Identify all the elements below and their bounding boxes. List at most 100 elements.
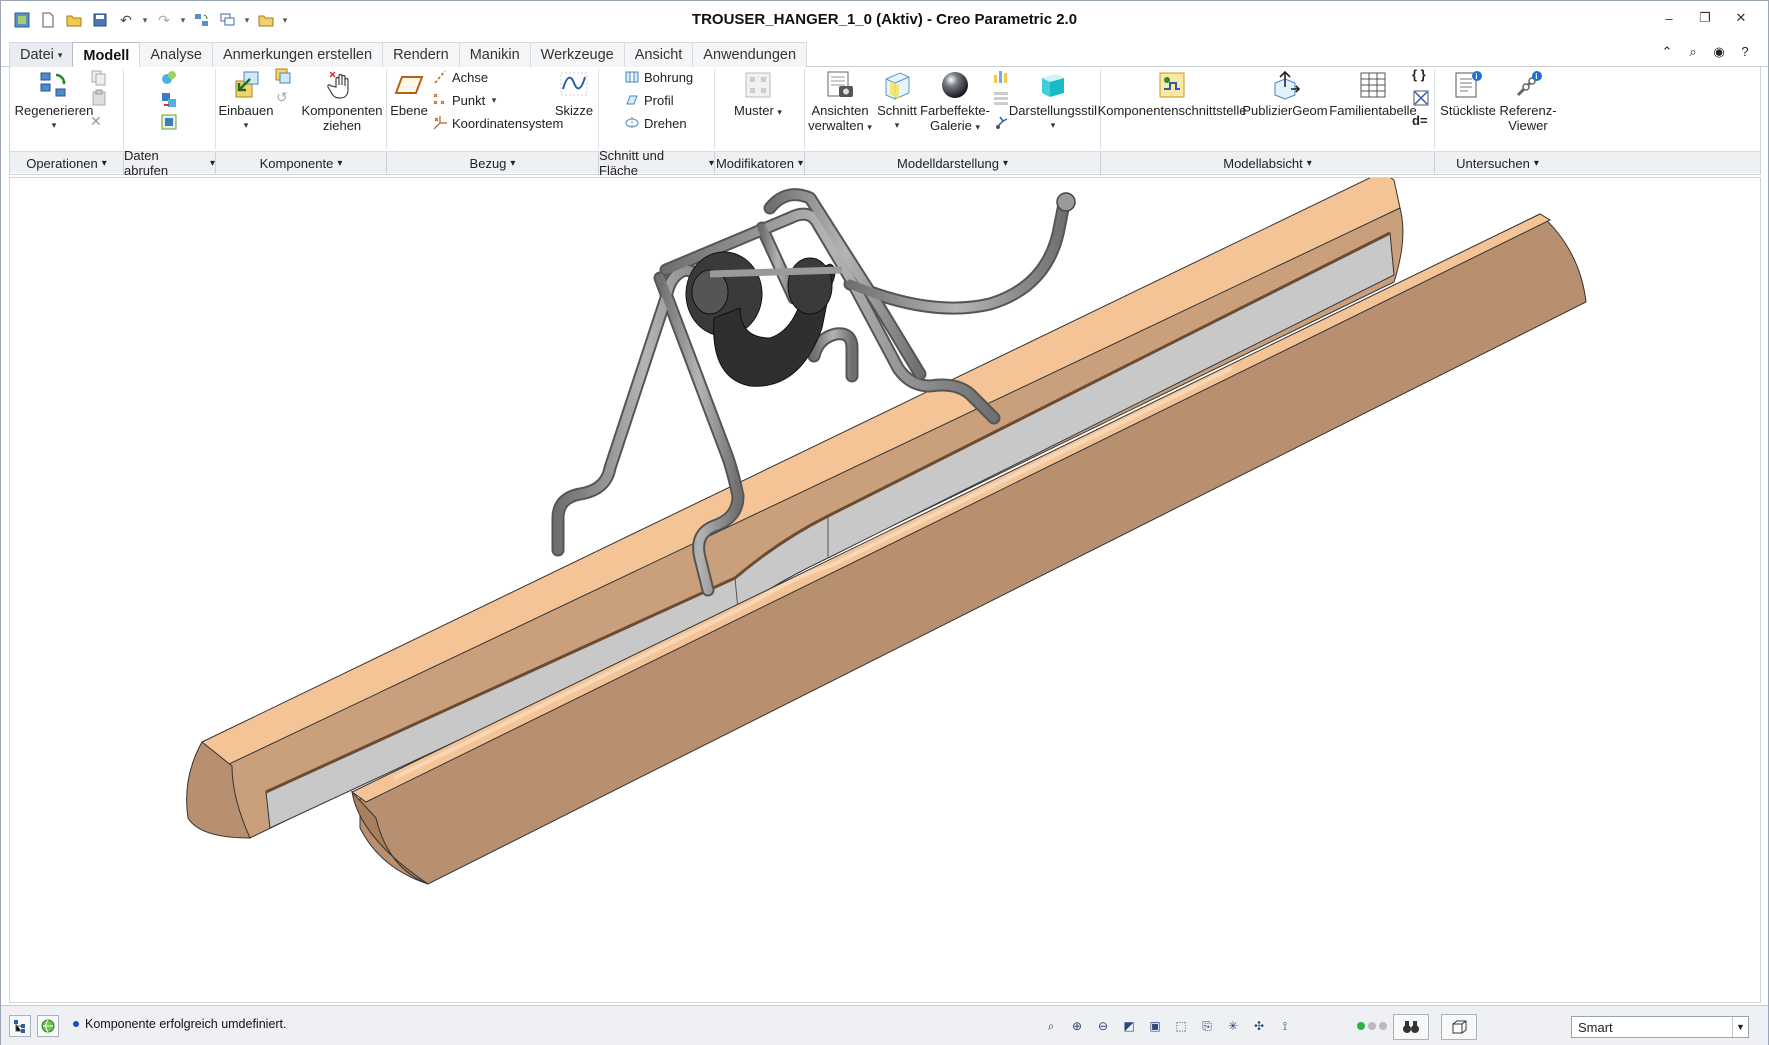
- search-icon[interactable]: ⌕: [1684, 44, 1702, 60]
- trouser-hanger-model[interactable]: [10, 178, 1761, 1003]
- model-tree-toggle-icon[interactable]: [9, 1015, 31, 1037]
- tab-rendern[interactable]: Rendern: [382, 42, 460, 67]
- tab-datei[interactable]: Datei ▾: [9, 42, 74, 67]
- relations-braces-icon[interactable]: { }: [1412, 67, 1430, 85]
- clip-assembly[interactable]: [685, 251, 843, 387]
- publiziergeom-button[interactable]: PublizierGeom: [1242, 69, 1328, 118]
- window-title: TROUSER_HANGER_1_0 (Aktiv) - Creo Parame…: [691, 11, 1078, 28]
- assemble-icon: [235, 71, 259, 98]
- schnitt-button[interactable]: Schnitt ▾: [874, 69, 920, 133]
- tab-werkzeuge[interactable]: Werkzeuge: [529, 42, 625, 67]
- stueckliste-button[interactable]: i Stückliste: [1438, 69, 1498, 118]
- tab-manikin[interactable]: Manikin: [458, 42, 531, 67]
- delete-icon[interactable]: ✕: [90, 113, 108, 131]
- bohrung-button[interactable]: Bohrung: [624, 67, 693, 87]
- tab-anwendungen[interactable]: Anwendungen: [692, 42, 808, 67]
- spin-center-icon[interactable]: ✣: [1249, 1016, 1269, 1036]
- create-component-icon[interactable]: [274, 67, 292, 85]
- view-manager-small-icon[interactable]: ⎘: [1197, 1016, 1217, 1036]
- group-modelldarstellung[interactable]: Modelldarstellung: [805, 152, 1101, 174]
- close-icon[interactable]: ✕: [1732, 9, 1750, 27]
- group-untersuchen[interactable]: Untersuchen: [1435, 152, 1560, 174]
- svg-text:i: i: [1475, 72, 1477, 81]
- ribbon-tab-bar: Datei ▾ Modell Analyse Anmerkungen erste…: [1, 39, 1768, 68]
- repeat-icon[interactable]: ↺: [276, 89, 294, 107]
- chevron-down-icon[interactable]: ▼: [1732, 1017, 1748, 1037]
- appearance-sphere-icon: [942, 72, 968, 98]
- group-separator: [598, 69, 599, 149]
- ebene-button[interactable]: Ebene: [388, 69, 430, 118]
- regenerate-icon: [40, 72, 66, 97]
- hanger-bar-lower[interactable]: [351, 213, 1587, 885]
- familientabelle-button[interactable]: Familientabelle: [1329, 69, 1417, 118]
- referenz-viewer-button[interactable]: i Referenz- Viewer: [1498, 69, 1558, 133]
- tab-analyse[interactable]: Analyse: [139, 42, 213, 67]
- help-icon[interactable]: ?: [1736, 44, 1754, 60]
- coordinate-system-icon: [433, 116, 447, 130]
- group-modifikatoren[interactable]: Modifikatoren: [715, 152, 805, 174]
- shrinkwrap-icon[interactable]: [160, 69, 178, 87]
- copy-geom-icon[interactable]: [160, 113, 178, 131]
- display-list-icon[interactable]: [992, 89, 1010, 107]
- box-select-icon: [1452, 1020, 1467, 1034]
- zoom-in-icon[interactable]: ⊕: [1067, 1016, 1087, 1036]
- group-schnitt-und-flaeche[interactable]: Schnitt und Fläche: [599, 148, 715, 178]
- refit-icon[interactable]: ⌕: [1041, 1016, 1061, 1036]
- saved-orientations-icon[interactable]: ⬚: [1171, 1016, 1191, 1036]
- collapse-ribbon-icon[interactable]: ⌃: [1658, 44, 1676, 60]
- merge-icon[interactable]: [160, 91, 178, 109]
- axis-icon: [434, 70, 446, 84]
- skizze-button[interactable]: Skizze: [552, 69, 596, 118]
- parameters-icon[interactable]: [1412, 89, 1430, 107]
- komponentenschnittstelle-button[interactable]: Komponentenschnittstelle: [1098, 69, 1246, 118]
- ansichten-verwalten-button[interactable]: Ansichten verwalten ▾: [808, 69, 872, 135]
- group-bezug[interactable]: Bezug: [387, 152, 599, 174]
- drag-hand-icon: [327, 71, 349, 99]
- binoculars-icon: [1403, 1021, 1419, 1033]
- punkt-button[interactable]: Punkt ▾: [432, 90, 496, 110]
- browser-toggle-icon[interactable]: [37, 1015, 59, 1037]
- status-bar: Komponente erfolgreich umdefiniert. ⌕ ⊕ …: [1, 1005, 1768, 1045]
- copy-icon[interactable]: [90, 69, 108, 87]
- display-style-icon[interactable]: ▣: [1145, 1016, 1165, 1036]
- reference-viewer-icon: i: [1516, 71, 1542, 97]
- group-separator: [1434, 69, 1435, 149]
- paste-icon[interactable]: [90, 89, 108, 107]
- d-equals-icon[interactable]: d=: [1412, 113, 1430, 131]
- repaint-icon[interactable]: ◩: [1119, 1016, 1139, 1036]
- find-button[interactable]: [1393, 1014, 1429, 1040]
- minimize-icon[interactable]: –: [1660, 9, 1678, 27]
- tab-modell[interactable]: Modell: [72, 42, 141, 68]
- group-modellabsicht[interactable]: Modellabsicht: [1101, 152, 1435, 174]
- tab-ansicht[interactable]: Ansicht: [623, 42, 694, 67]
- graphics-viewport[interactable]: [9, 177, 1761, 1003]
- zoom-out-icon[interactable]: ⊖: [1093, 1016, 1113, 1036]
- point-icon: [433, 93, 445, 105]
- einbauen-button[interactable]: Einbauen ▾: [216, 69, 276, 133]
- koordinatensystem-button[interactable]: Koordinatensystem: [432, 113, 563, 133]
- group-operationen[interactable]: Operationen: [10, 152, 124, 174]
- scene-icon[interactable]: [992, 67, 1010, 85]
- group-daten-abrufen[interactable]: Daten abrufen: [124, 148, 216, 178]
- regenerieren-button[interactable]: Regenerieren ▾: [14, 69, 94, 133]
- drehen-button[interactable]: Drehen: [624, 113, 687, 133]
- status-light: [1379, 1022, 1387, 1030]
- komponenten-ziehen-button[interactable]: Komponenten ziehen: [302, 69, 382, 133]
- maximize-icon[interactable]: ❐: [1696, 9, 1714, 27]
- annotation-display-icon[interactable]: ⟟: [1275, 1016, 1295, 1036]
- profil-button[interactable]: Profil: [624, 90, 674, 110]
- datum-display-icon[interactable]: ✳: [1223, 1016, 1243, 1036]
- group-komponente[interactable]: Komponente: [216, 152, 387, 174]
- farbeffekte-galerie-button[interactable]: Farbeffekte- Galerie ▾: [920, 69, 990, 135]
- select-box-button[interactable]: [1441, 1014, 1477, 1040]
- selection-filter-select[interactable]: Smart ▼: [1571, 1016, 1749, 1038]
- app-window: ↶ ▾ ↷ ▾ ▾ ▾ TROUSER_HANGER_1_0 (Aktiv) -…: [0, 0, 1769, 1045]
- muster-button[interactable]: Muster ▾: [726, 69, 790, 120]
- view-toolbar: ⌕ ⊕ ⊖ ◩ ▣ ⬚ ⎘ ✳ ✣ ⟟: [1041, 1016, 1295, 1036]
- dropdown-arrow: ▾: [894, 120, 900, 130]
- achse-button[interactable]: Achse: [432, 67, 488, 87]
- tab-anmerkungen-erstellen[interactable]: Anmerkungen erstellen: [211, 42, 384, 67]
- community-icon[interactable]: ◉: [1710, 44, 1728, 60]
- ribbon-group-labels: Operationen Daten abrufen Komponente Bez…: [10, 148, 1760, 178]
- darstellungsstil-button[interactable]: Darstellungsstil ▾: [1009, 69, 1097, 133]
